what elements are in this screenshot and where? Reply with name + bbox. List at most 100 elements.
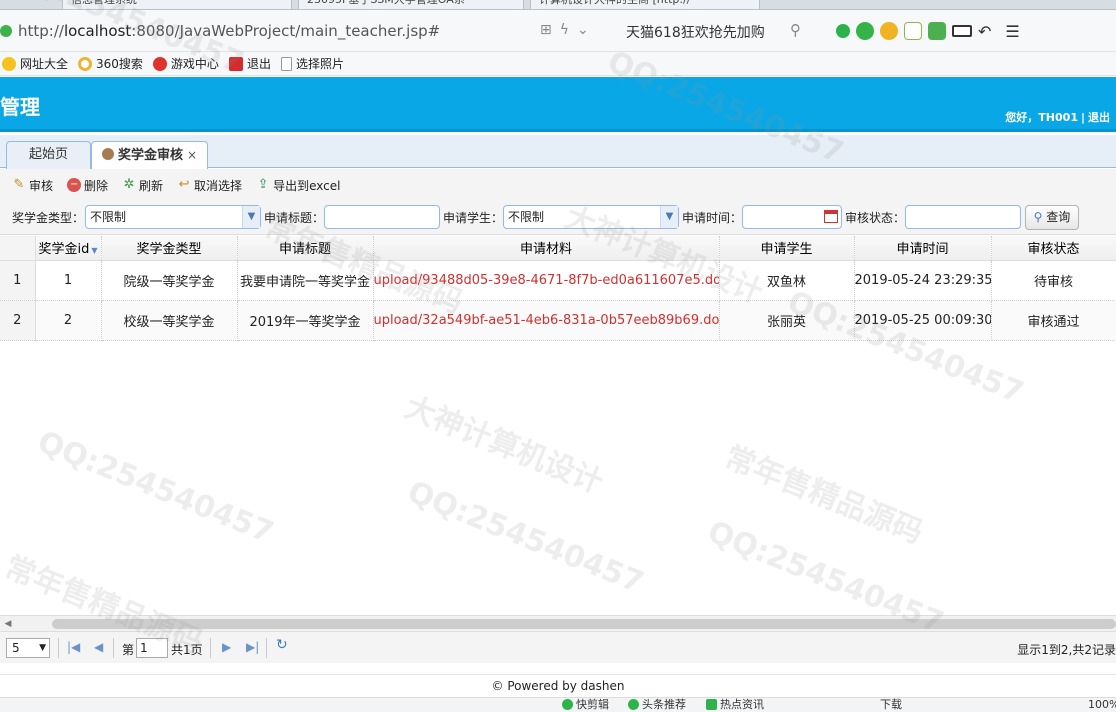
status-zoom[interactable]: 100% [1088,698,1116,712]
scissors-icon[interactable] [836,24,850,38]
scroll-left-icon[interactable]: ◀ [0,616,16,632]
undo-icon[interactable]: ↶ [978,22,991,41]
delete-icon: − [67,178,82,192]
address-bar: http://localhost:8080/JavaWebProject/mai… [0,10,1116,52]
prev-page-icon[interactable]: ◀ [94,640,103,654]
title-filter-input[interactable] [324,205,440,229]
column-header-material[interactable]: 申请材料 [373,236,720,261]
tab-start-page[interactable]: 起始页 [6,141,92,169]
status-item-clip[interactable]: 快剪辑 [562,698,609,712]
page-size-value: 5 [12,641,20,655]
horizontal-scrollbar[interactable]: ◀ [0,615,1116,631]
status-item-news[interactable]: 头条推荐 [628,698,686,712]
apps-icon[interactable] [928,22,946,40]
export-label: 导出到excel [273,178,341,193]
next-page-icon[interactable]: ▶ [222,640,231,654]
cell-type: 校级一等奖学金 [101,300,238,341]
qr-bolt-dropdown-icons[interactable]: ⊞ϟ⌄ [540,22,597,38]
logout-link[interactable]: 退出 [1088,111,1110,124]
browser-status-bar: 快剪辑 头条推荐 热点资讯 下载 100% [0,697,1116,712]
table-row[interactable]: 2 2 校级一等奖学金 2019年一等奖学金 upload/32a549bf-a… [0,300,1116,341]
column-header-type[interactable]: 奖学金类型 [101,236,238,261]
student-filter-value: 不限制 [508,210,545,224]
column-header-student[interactable]: 申请学生 [719,236,855,261]
chevron-down-icon[interactable]: ▼ [242,206,260,228]
app-header: 管理 您好，TH001 | 退出 [0,77,1116,132]
browser-tab-1[interactable]: 信息管理系统 [62,0,292,9]
export-icon: ⇪ [257,177,269,192]
row-number: 1 [0,260,36,301]
type-filter-select[interactable]: 不限制 ▼ [85,205,261,229]
watermark: 大神计算机设计 [399,389,608,501]
time-filter-input[interactable] [742,205,842,229]
translate-icon[interactable] [856,22,874,40]
tab-label: 奖学金审核 [118,148,184,163]
material-link[interactable]: upload/32a549bf-ae51-4eb6-831a-0b57eeb89… [373,300,720,341]
pagination-bar: 5 ▼ |◀ ◀ 第 1 共1页 ▶ ▶| ↻ 显示1到2,共2记录 [0,631,1116,663]
export-excel-button[interactable]: ⇪ 导出到excel [256,177,341,194]
edit-icon: ✎ [13,177,25,192]
coin-icon[interactable] [880,22,898,40]
status-item-download[interactable]: 下载 [880,698,902,712]
url-host: localhost [63,22,132,40]
scrollbar-thumb[interactable] [52,619,1116,629]
greeting-text: 您好，TH001 [1005,111,1078,124]
undo-icon: ↩ [178,177,190,192]
url-path: :8080/JavaWebProject/main_teacher.jsp# [131,22,441,40]
unselect-button[interactable]: ↩ 取消选择 [177,177,242,194]
query-button[interactable]: ⚲ 查询 [1025,205,1079,230]
last-page-icon[interactable]: ▶| [246,640,259,654]
browser-tab-3[interactable]: 计算机设计大神的主商 [http:// [530,0,760,9]
page-number-input[interactable]: 1 [136,638,168,658]
column-header-title[interactable]: 申请标题 [237,236,374,261]
user-icon [102,148,114,160]
type-filter-label: 奖学金类型： [12,211,85,225]
bookmark-icon [2,56,16,71]
tab-scholarship-audit[interactable]: 奖学金审核 × [91,141,209,169]
status-filter-label: 审核状态： [845,211,906,225]
refresh-button[interactable]: ✲ 刷新 [122,177,163,194]
column-header-id[interactable]: 奖学金id ▼ [35,236,102,261]
table-row[interactable]: 1 1 院级一等奖学金 我要申请院一等奖学金 upload/93488d05-3… [0,260,1116,301]
bookmarks-bar: 网址大全 360搜索 游戏中心 退出 选择照片 [0,52,1116,76]
browser-tab-2[interactable]: 23095F基于SSM大学管理OA系 [298,0,524,9]
status-item-hot[interactable]: 热点资讯 [706,698,764,712]
status-filter-input[interactable] [905,205,1021,229]
page-size-select[interactable]: 5 ▼ [6,638,50,658]
pager-divider [266,638,267,658]
first-page-icon[interactable]: |◀ [67,640,80,654]
content-tabs: 起始页 奖学金审核 × [0,135,1116,169]
cell-time: 2019-05-24 23:29:35 [854,260,992,301]
search-icon[interactable]: ⚲ [790,21,801,39]
bookmark-icon [78,56,93,71]
sort-desc-icon: ▼ [91,246,98,256]
bookmark-logout[interactable]: 退出 [228,55,271,72]
url-field[interactable]: http://localhost:8080/JavaWebProject/mai… [18,22,440,40]
row-number-header [0,236,36,261]
material-link[interactable]: upload/93488d05-39e8-4671-8f7b-ed0a61160… [373,260,720,301]
bookmark-select-photo[interactable]: 选择照片 [280,55,344,72]
row-number: 2 [0,300,36,341]
tab-close-icon[interactable]: × [187,148,197,162]
pager-divider [58,638,59,658]
image-icon[interactable] [904,22,922,40]
column-header-time[interactable]: 申请时间 [854,236,992,261]
bookmark-label: 网址大全 [20,57,69,71]
audit-button[interactable]: ✎ 审核 [12,177,53,194]
bookmark-label: 360搜索 [96,57,143,71]
page-icon [280,56,292,71]
battery-icon[interactable] [952,25,972,37]
bookmark-url-directory[interactable]: 网址大全 [2,55,68,72]
chevron-down-icon: ▼ [39,643,46,653]
column-header-status[interactable]: 审核状态 [991,236,1116,261]
toolbar: ✎ 审核 − 删除 ✲ 刷新 ↩ 取消选择 ⇪ 导出到excel [0,169,1116,201]
reload-icon[interactable]: ↻ [276,638,288,652]
bookmark-360-search[interactable]: 360搜索 [78,55,143,72]
bookmark-game-center[interactable]: 游戏中心 [152,55,219,72]
student-filter-select[interactable]: 不限制 ▼ [503,205,679,229]
calendar-icon[interactable] [824,210,838,223]
delete-button[interactable]: − 删除 [67,177,108,194]
menu-icon[interactable]: ☰ [1005,22,1019,41]
chevron-down-icon[interactable]: ▼ [660,206,678,228]
search-promo[interactable]: 天猫618狂欢抢先加购 [626,22,765,42]
